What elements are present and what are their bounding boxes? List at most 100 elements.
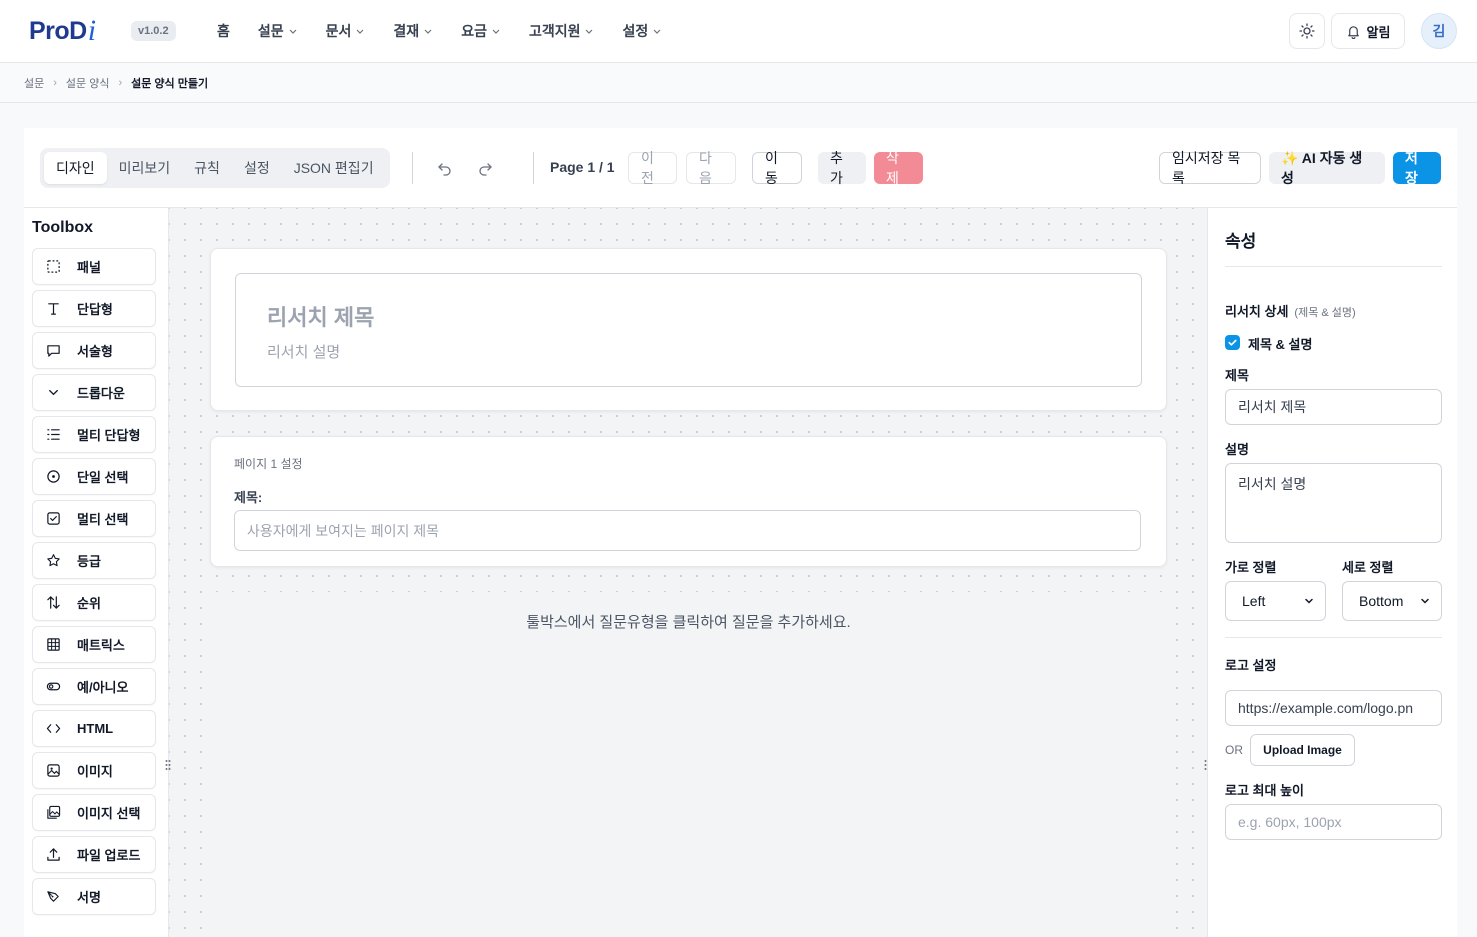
tool-label: 서술형 — [77, 344, 113, 359]
page-title-input[interactable]: 사용자에게 보여지는 페이지 제목 — [234, 510, 1141, 551]
tool-image[interactable]: 이미지 — [32, 752, 156, 789]
tool-file-upload[interactable]: 파일 업로드 — [32, 836, 156, 873]
tool-label: 예/아니오 — [77, 680, 129, 695]
move-page-button[interactable]: 이동 — [752, 150, 802, 186]
tab-settings[interactable]: 설정 — [232, 152, 282, 184]
nav-pricing[interactable]: 요금 — [461, 21, 501, 41]
properties-panel: 속성 리서치 상세 (제목 & 설명) 제목 & 설명 제목 리서치 제목 설명 … — [1207, 208, 1457, 937]
delete-page-button[interactable]: 삭제 — [874, 150, 923, 186]
check-icon — [1228, 339, 1237, 346]
prodi-logo[interactable]: ProD i — [29, 14, 96, 48]
upload-icon — [45, 847, 61, 863]
description-field-label: 설명 — [1225, 442, 1249, 457]
tool-panel[interactable]: 패널 — [32, 248, 156, 285]
h-align-label: 가로 정렬 — [1225, 560, 1277, 575]
question-drop-zone[interactable]: 툴박스에서 질문유형을 클릭하여 질문을 추가하세요. — [210, 592, 1167, 937]
survey-title[interactable]: 리서치 제목 — [267, 300, 374, 332]
tool-image-picker[interactable]: 이미지 선택 — [32, 794, 156, 831]
chevron-down-icon — [1303, 595, 1315, 607]
drafts-list-button[interactable]: 임시저장 목록 — [1159, 150, 1261, 186]
tool-html[interactable]: HTML — [32, 710, 156, 747]
tool-long-text[interactable]: 서술형 — [32, 332, 156, 369]
bell-icon — [1346, 24, 1361, 39]
breadcrumb-survey-form[interactable]: 설문 양식 — [66, 75, 110, 91]
v-align-select[interactable]: Bottom — [1342, 581, 1442, 621]
tool-rating[interactable]: 등급 — [32, 542, 156, 579]
tool-dropdown[interactable]: 드롭다운 — [32, 374, 156, 411]
tool-label: 순위 — [77, 596, 101, 611]
tool-short-text[interactable]: 단답형 — [32, 290, 156, 327]
editor-tabs: 디자인 미리보기 규칙 설정 JSON 편집기 — [40, 148, 390, 188]
nav-label: 설정 — [622, 23, 649, 39]
research-detail-label: 리서치 상세 (제목 & 설명) — [1225, 301, 1356, 320]
v-align-label: 세로 정렬 — [1342, 560, 1394, 575]
tab-json-editor[interactable]: JSON 편집기 — [282, 152, 386, 184]
title-desc-checkbox-label[interactable]: 제목 & 설명 — [1248, 334, 1312, 353]
tool-label: 서명 — [77, 890, 101, 905]
add-page-button[interactable]: 추가 — [818, 150, 866, 186]
tool-label: HTML — [77, 721, 114, 736]
tab-logic[interactable]: 규칙 — [182, 152, 232, 184]
editor-toolbar: 디자인 미리보기 규칙 설정 JSON 편집기 Page 1 / 1 이전 다음… — [24, 128, 1457, 208]
notifications-label: 알림 — [1366, 24, 1391, 40]
logo-settings-label: 로고 설정 — [1225, 658, 1277, 673]
survey-description[interactable]: 리서치 설명 — [267, 341, 340, 362]
checkbox-icon — [45, 511, 61, 527]
ai-generate-button[interactable]: ✨ AI 자동 생성 — [1269, 150, 1385, 186]
tool-multi-choice[interactable]: 멀티 선택 — [32, 500, 156, 537]
description-textarea[interactable]: 리서치 설명 — [1225, 463, 1442, 543]
top-navbar: ProD i v1.0.2 홈 설문 문서 결재 요금 고객지원 설정 알림 김 — [0, 0, 1477, 63]
tool-matrix[interactable]: 매트릭스 — [32, 626, 156, 663]
logo-text: ProD — [29, 16, 87, 45]
toolbar-divider — [533, 152, 534, 184]
v-align-value: Bottom — [1359, 593, 1404, 609]
upload-image-button[interactable]: Upload Image — [1250, 734, 1355, 766]
chevron-down-icon — [288, 26, 298, 36]
tool-label: 패널 — [77, 260, 101, 275]
nav-settings[interactable]: 설정 — [622, 21, 662, 41]
notifications-button[interactable]: 알림 — [1331, 13, 1405, 49]
nav-label: 설문 — [257, 23, 284, 39]
tool-label: 단답형 — [77, 302, 113, 317]
next-page-button[interactable]: 다음 — [686, 150, 736, 186]
tool-label: 드롭다운 — [77, 386, 125, 401]
toolbox-title: Toolbox — [32, 219, 94, 236]
drag-handle-icon[interactable] — [165, 758, 171, 772]
h-align-select[interactable]: Left — [1225, 581, 1326, 621]
title-desc-checkbox[interactable] — [1225, 335, 1240, 350]
title-input[interactable]: 리서치 제목 — [1225, 389, 1442, 425]
main-nav: 홈 설문 문서 결재 요금 고객지원 설정 — [217, 20, 690, 42]
chevron-right-icon: › — [118, 77, 123, 89]
breadcrumb-survey[interactable]: 설문 — [24, 75, 44, 91]
user-avatar[interactable]: 김 — [1421, 13, 1457, 49]
nav-documents[interactable]: 문서 — [326, 21, 366, 41]
save-button[interactable]: 저장 — [1393, 150, 1441, 186]
redo-icon[interactable] — [474, 157, 496, 179]
nav-approval[interactable]: 결재 — [393, 21, 433, 41]
tool-signature[interactable]: 서명 — [32, 878, 156, 915]
logo-url-input[interactable]: https://example.com/logo.pn — [1225, 690, 1442, 726]
signature-icon — [45, 889, 61, 905]
chevron-down-icon — [45, 385, 61, 401]
nav-support[interactable]: 고객지원 — [529, 21, 595, 41]
tool-yes-no[interactable]: 예/아니오 — [32, 668, 156, 705]
survey-header-box[interactable]: 리서치 제목 리서치 설명 — [235, 273, 1142, 387]
undo-icon[interactable] — [434, 157, 456, 179]
logo-height-input[interactable]: e.g. 60px, 100px — [1225, 804, 1442, 840]
prev-page-button[interactable]: 이전 — [628, 150, 677, 186]
theme-toggle-button[interactable] — [1289, 13, 1325, 49]
sun-icon — [1299, 23, 1315, 39]
nav-home[interactable]: 홈 — [217, 21, 230, 41]
research-detail-title: 리서치 상세 — [1225, 304, 1289, 319]
tab-design[interactable]: 디자인 — [44, 152, 107, 184]
nav-label: 고객지원 — [528, 23, 581, 39]
toggle-icon — [45, 679, 61, 695]
chevron-down-icon — [584, 26, 594, 36]
tab-preview[interactable]: 미리보기 — [107, 152, 183, 184]
h-align-value: Left — [1242, 593, 1266, 609]
tool-multi-text[interactable]: 멀티 단답형 — [32, 416, 156, 453]
tool-ranking[interactable]: 순위 — [32, 584, 156, 621]
tool-single-choice[interactable]: 단일 선택 — [32, 458, 156, 495]
tool-label: 멀티 선택 — [77, 512, 129, 527]
nav-survey[interactable]: 설문 — [258, 21, 298, 41]
